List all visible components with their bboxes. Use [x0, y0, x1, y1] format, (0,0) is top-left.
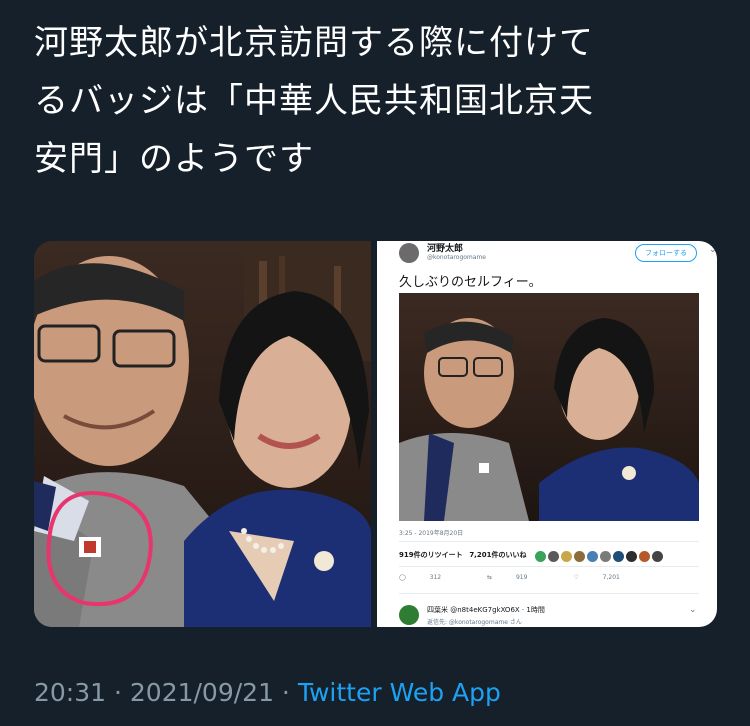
retweet-action: ⇆ 919	[487, 574, 549, 581]
liker-avatar	[626, 551, 637, 562]
retweet-icon: ⇆	[487, 574, 493, 581]
chevron-down-icon: ⌄	[689, 605, 697, 615]
meta-separator: ·	[273, 678, 298, 707]
heart-icon: ♡	[573, 574, 579, 581]
embed-reply-avatar	[399, 605, 419, 625]
liker-avatar	[639, 551, 650, 562]
embed-reply: 四葉米 @n8t4eKG7gkXO6X · 1時間 返信先: @konotaro…	[399, 603, 699, 627]
tweet-source-link[interactable]: Twitter Web App	[298, 678, 501, 707]
tweet-text-line-1: 河野太郎が北京訪問する際に付けて	[34, 23, 594, 63]
tweet-text-line-3: 安門」のようです	[34, 139, 314, 179]
embed-stats: 919件のリツイート 7,201件のいいね	[399, 550, 526, 560]
embed-author-name: 河野太郎	[427, 244, 464, 254]
reply-icon: ◯	[399, 574, 406, 581]
tweet-text: 河野太郎が北京訪問する際に付けて るバッジは「中華人民共和国北京天 安門」のよう…	[34, 14, 724, 188]
divider	[399, 541, 699, 542]
embed-header: 河野太郎 @konotarogomame フォローする ⌄	[399, 241, 717, 267]
liker-avatar	[535, 551, 546, 562]
selfie-photo-illustration	[34, 241, 371, 627]
embed-actions: ◯ 312 ⇆ 919 ♡ 7,201	[399, 574, 664, 581]
embed-timestamp: 3:25 - 2019年8月20日	[399, 530, 464, 537]
meta-separator: ·	[106, 678, 130, 707]
embed-reply-author: 四葉米 @n8t4eKG7gkXO6X · 1時間	[427, 606, 545, 614]
embed-author-handle: @konotarogomame	[427, 254, 486, 261]
liker-avatar	[548, 551, 559, 562]
reply-action: ◯ 312	[399, 574, 463, 581]
liker-avatar	[652, 551, 663, 562]
like-action: ♡ 7,201	[573, 574, 642, 581]
liker-avatar	[600, 551, 611, 562]
embed-avatar	[399, 243, 419, 263]
reply-count: 312	[429, 574, 442, 581]
liker-avatar	[613, 551, 624, 562]
embed-photo	[399, 293, 699, 521]
liker-avatar	[574, 551, 585, 562]
liker-avatar	[561, 551, 572, 562]
divider	[399, 566, 699, 567]
divider	[399, 593, 699, 594]
embed-follow-button: フォローする	[635, 244, 697, 262]
embed-likers	[535, 547, 665, 562]
media-photo-selfie[interactable]	[34, 241, 371, 627]
liker-avatar	[587, 551, 598, 562]
like-count: 7,201	[602, 574, 620, 581]
embed-likes-label: 7,201件のいいね	[469, 551, 527, 559]
embed-photo-illustration	[399, 318, 699, 521]
retweet-count: 919	[515, 574, 528, 581]
tweet-date: 2021/09/21	[129, 678, 274, 707]
embed-reply-to: 返信先: @konotarogomame さん	[427, 619, 522, 626]
chevron-down-icon: ⌄	[709, 245, 717, 255]
tweet-meta: 20:31 · 2021/09/21 · Twitter Web App	[34, 678, 501, 707]
tweet-time: 20:31	[34, 678, 107, 707]
embed-retweets-label: 919件のリツイート	[399, 551, 463, 559]
media-embedded-tweet[interactable]: 河野太郎 @konotarogomame フォローする ⌄ 久しぶりのセルフィー…	[377, 241, 717, 627]
tweet-text-line-2: るバッジは「中華人民共和国北京天	[34, 81, 594, 121]
embed-tweet-text: 久しぶりのセルフィー。	[399, 275, 542, 290]
media-grid: 河野太郎 @konotarogomame フォローする ⌄ 久しぶりのセルフィー…	[34, 241, 717, 627]
